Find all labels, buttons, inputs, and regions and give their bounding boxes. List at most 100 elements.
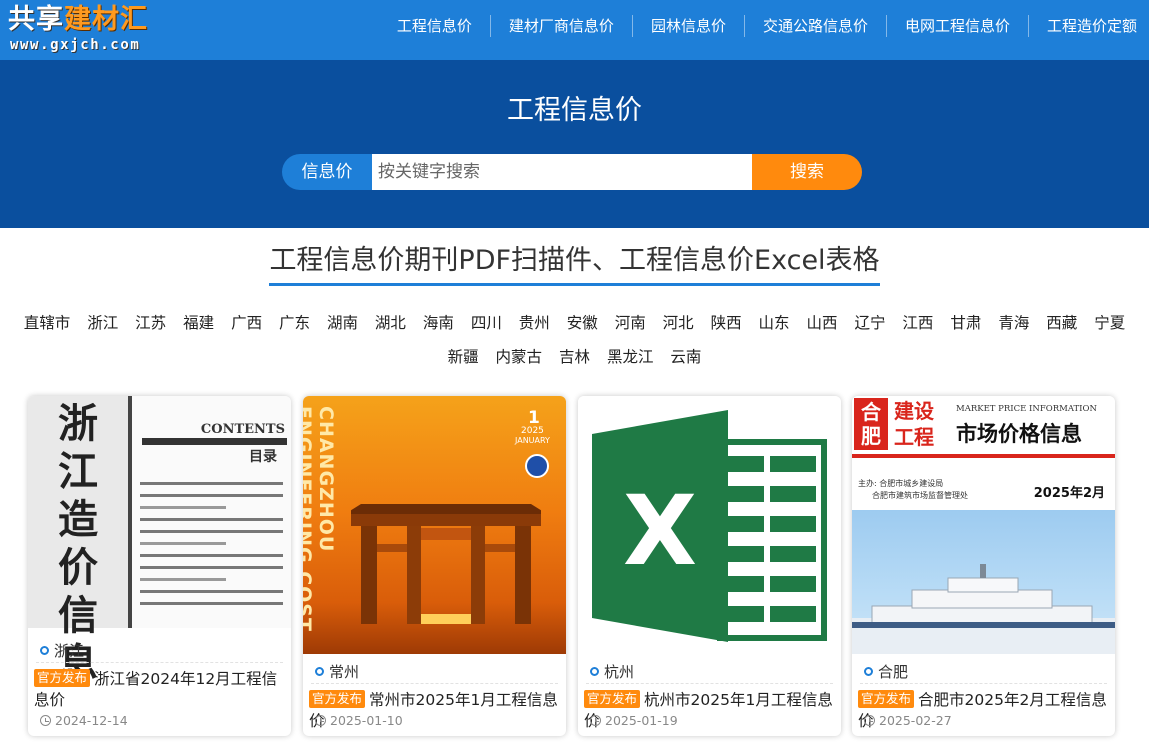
province-link[interactable]: 湖北 [375, 312, 406, 334]
card-cover-image[interactable]: 合肥 建设工程 MARKET PRICE INFORMATION 市场价格信息 … [852, 396, 1115, 654]
location-dot-icon [40, 646, 49, 655]
top-navbar: 共享建材汇 www.gxjch.com 工程信息价 建材厂商信息价 园林信息价 … [0, 0, 1149, 60]
cover-heading: 市场价格信息 [956, 422, 1082, 446]
province-link[interactable]: 广东 [279, 312, 310, 334]
card-location: 合肥 [864, 661, 908, 682]
official-tag: 官方发布 [309, 690, 366, 708]
province-link[interactable]: 四川 [471, 312, 502, 334]
official-tag: 官方发布 [584, 690, 641, 708]
province-link[interactable]: 西藏 [1046, 312, 1077, 334]
province-link[interactable]: 山东 [759, 312, 790, 334]
clock-icon [40, 715, 51, 726]
location-text: 常州 [329, 663, 360, 681]
province-link[interactable]: 河南 [615, 312, 646, 334]
nav-engineering-price[interactable]: 工程信息价 [379, 15, 490, 37]
hero-banner: 工程信息价 信息价 搜索 [0, 60, 1149, 228]
building-illustration [852, 564, 1115, 654]
card-cover-image[interactable]: X [578, 396, 841, 654]
card-location: 浙江 [40, 640, 84, 661]
nav-landscape-price[interactable]: 园林信息价 [631, 15, 744, 37]
province-link[interactable]: 江西 [902, 312, 933, 334]
province-link[interactable]: 黑龙江 [607, 346, 654, 368]
publication-card[interactable]: X 杭州 官方发布 杭州市2025年1月工程信息价 2025-01-19 [578, 396, 841, 736]
search-button[interactable]: 搜索 [752, 154, 862, 190]
nav-manufacturer-price[interactable]: 建材厂商信息价 [489, 15, 632, 37]
card-date: 2025-02-27 [864, 713, 952, 728]
province-link[interactable]: 江苏 [135, 312, 166, 334]
publication-card[interactable]: 浙江造价信息 CONTENTS 目录 浙江 官方发布 浙江省2024年12月工程信… [28, 396, 291, 736]
card-title[interactable]: 官方发布 浙江省2024年12月工程信息价 [34, 669, 285, 711]
province-link[interactable]: 陕西 [711, 312, 742, 334]
card-divider [860, 683, 1107, 684]
province-link[interactable]: 青海 [998, 312, 1029, 334]
logo-text: 共享建材汇 [8, 4, 148, 35]
logo-domain: www.gxjch.com [10, 37, 141, 53]
cover-badge: 合肥 [854, 398, 888, 450]
publication-card[interactable]: 合肥 建设工程 MARKET PRICE INFORMATION 市场价格信息 … [852, 396, 1115, 736]
cover-contents-label: CONTENTS [200, 422, 285, 437]
cover-issue-date: 2025年2月 [1033, 486, 1105, 501]
location-dot-icon [590, 667, 599, 676]
publication-card[interactable]: CHANGZHOU ENGINEERING COST INFO 1 2025 J… [303, 396, 566, 736]
official-tag: 官方发布 [34, 669, 91, 687]
nav-cost-quota[interactable]: 工程造价定额 [1027, 15, 1149, 37]
cover-mulu-label: 目录 [249, 449, 277, 465]
cover-right-panel: CONTENTS 目录 [132, 396, 291, 628]
province-link[interactable]: 云南 [670, 346, 701, 368]
gate-illustration [351, 504, 541, 624]
search-input[interactable] [372, 154, 752, 190]
province-link[interactable]: 甘肃 [950, 312, 981, 334]
cover-issue-number: 1 [528, 408, 540, 428]
hero-title: 工程信息价 [507, 95, 642, 126]
province-link[interactable]: 宁夏 [1094, 312, 1125, 334]
card-location: 杭州 [590, 661, 634, 682]
province-link[interactable]: 直辖市 [24, 312, 71, 334]
card-date: 2025-01-19 [590, 713, 678, 728]
province-link[interactable]: 辽宁 [854, 312, 885, 334]
cover-mpi-label: MARKET PRICE INFORMATION [956, 404, 1097, 414]
cover-photo [852, 510, 1115, 654]
province-link[interactable]: 海南 [423, 312, 454, 334]
date-text: 2025-02-27 [879, 713, 952, 728]
province-link[interactable]: 安徽 [567, 312, 598, 334]
province-link[interactable]: 湖南 [327, 312, 358, 334]
location-dot-icon [864, 667, 873, 676]
province-link[interactable]: 山西 [807, 312, 838, 334]
cover-red-rule [852, 454, 1115, 458]
cover-toc-lines [140, 482, 283, 614]
card-divider [36, 662, 283, 663]
cover-badge-right: 建设工程 [894, 399, 934, 449]
province-link[interactable]: 福建 [183, 312, 214, 334]
date-text: 2025-01-19 [605, 713, 678, 728]
cover-sponsor-2: 合肥市建筑市场监督管理处 [872, 491, 968, 500]
nav-power-grid-price[interactable]: 电网工程信息价 [885, 15, 1028, 37]
province-link[interactable]: 浙江 [87, 312, 118, 334]
cover-sponsor-1: 主办: 合肥市城乡建设局 [858, 479, 944, 488]
clock-icon [590, 715, 601, 726]
svg-text:X: X [623, 475, 697, 587]
clock-icon [315, 715, 326, 726]
card-cover-image[interactable]: CHANGZHOU ENGINEERING COST INFO 1 2025 J… [303, 396, 566, 654]
province-list-row-1: 直辖市 浙江 江苏 福建 广西 广东 湖南 湖北 海南 四川 贵州 安徽 河南 … [0, 312, 1149, 334]
location-text: 杭州 [604, 663, 635, 681]
clock-icon [864, 715, 875, 726]
location-text: 合肥 [878, 663, 909, 681]
cover-divider [142, 438, 287, 445]
location-text: 浙江 [54, 642, 85, 660]
card-date: 2025-01-10 [315, 713, 403, 728]
province-link[interactable]: 广西 [231, 312, 262, 334]
site-logo[interactable]: 共享建材汇 www.gxjch.com [8, 4, 180, 56]
nav-highway-price[interactable]: 交通公路信息价 [743, 15, 886, 37]
card-location: 常州 [315, 661, 359, 682]
search-category-label[interactable]: 信息价 [282, 154, 372, 190]
card-cover-image[interactable]: 浙江造价信息 CONTENTS 目录 [28, 396, 291, 687]
cover-vertical-title: CHANGZHOU ENGINEERING COST INFO [303, 406, 337, 632]
card-divider [311, 683, 558, 684]
province-link[interactable]: 贵州 [519, 312, 550, 334]
province-link[interactable]: 新疆 [448, 346, 479, 368]
cover-year: 2025 [521, 426, 544, 436]
province-link[interactable]: 河北 [663, 312, 694, 334]
province-link[interactable]: 吉林 [559, 346, 590, 368]
province-link[interactable]: 内蒙古 [496, 346, 543, 368]
card-date: 2024-12-14 [40, 713, 128, 728]
